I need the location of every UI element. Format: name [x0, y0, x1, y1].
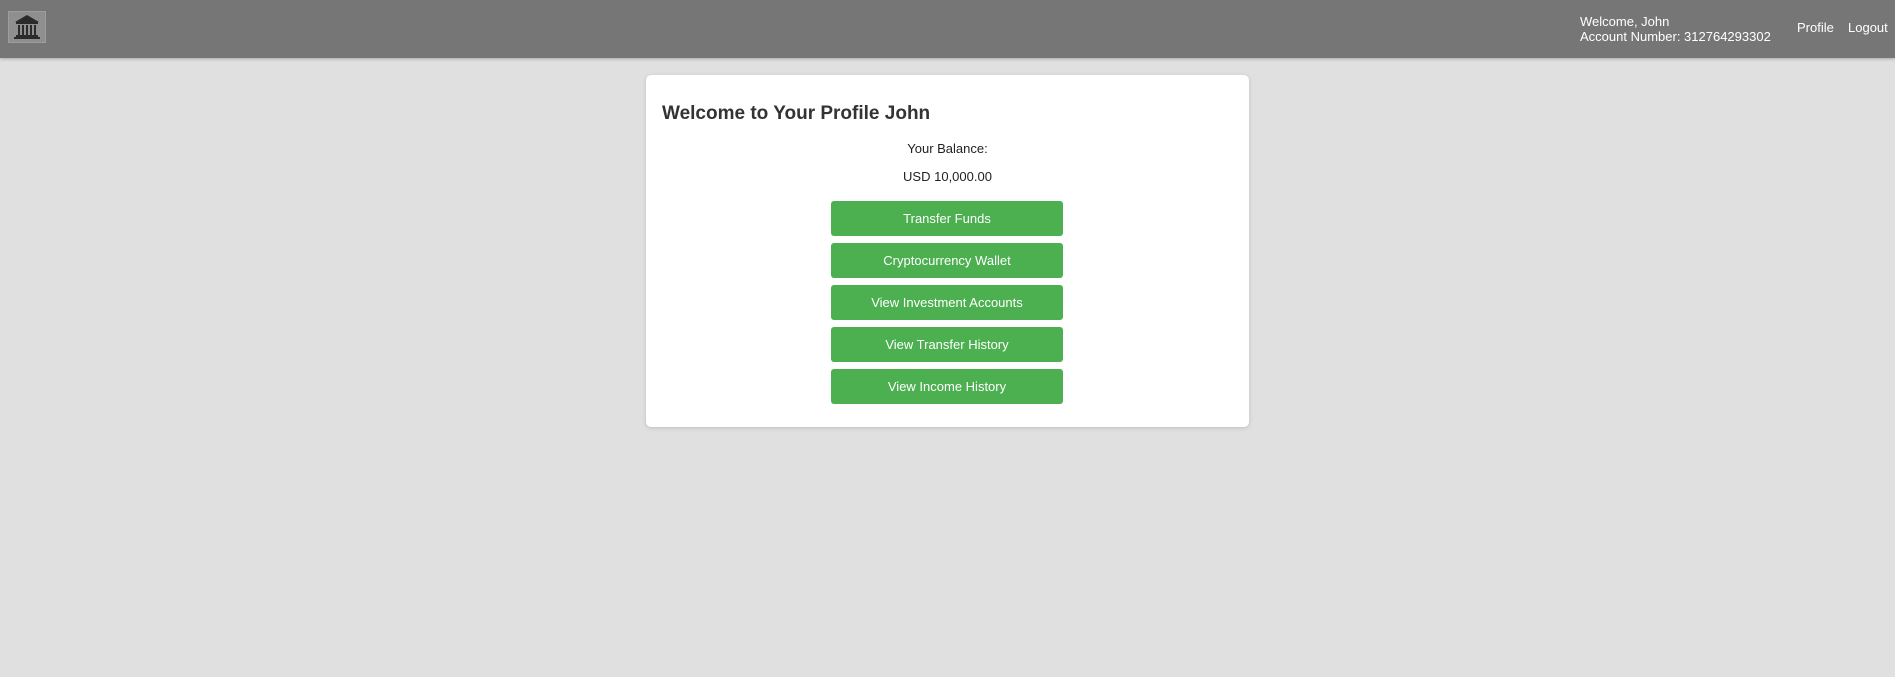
- bank-icon: [14, 15, 40, 39]
- welcome-text: Welcome, John: [1580, 14, 1670, 29]
- account-number-text: Account Number: 312764293302: [1580, 29, 1771, 44]
- bank-logo[interactable]: [8, 11, 46, 43]
- top-navbar: Welcome, John Account Number: 3127642933…: [0, 0, 1895, 58]
- nav-profile-link[interactable]: Profile: [1797, 20, 1834, 35]
- balance-label: Your Balance:: [907, 141, 988, 156]
- page-title: Welcome to Your Profile John: [662, 103, 931, 124]
- view-transfer-history-button[interactable]: View Transfer History: [831, 327, 1063, 362]
- transfer-funds-button[interactable]: Transfer Funds: [831, 201, 1063, 236]
- user-info: Welcome, John Account Number: 3127642933…: [1580, 14, 1771, 44]
- balance-value: USD 10,000.00: [903, 169, 992, 184]
- cryptocurrency-wallet-button[interactable]: Cryptocurrency Wallet: [831, 243, 1063, 278]
- profile-card: Welcome to Your Profile John Your Balanc…: [646, 75, 1249, 427]
- view-investment-accounts-button[interactable]: View Investment Accounts: [831, 285, 1063, 320]
- nav-logout-link[interactable]: Logout: [1848, 20, 1888, 35]
- view-income-history-button[interactable]: View Income History: [831, 369, 1063, 404]
